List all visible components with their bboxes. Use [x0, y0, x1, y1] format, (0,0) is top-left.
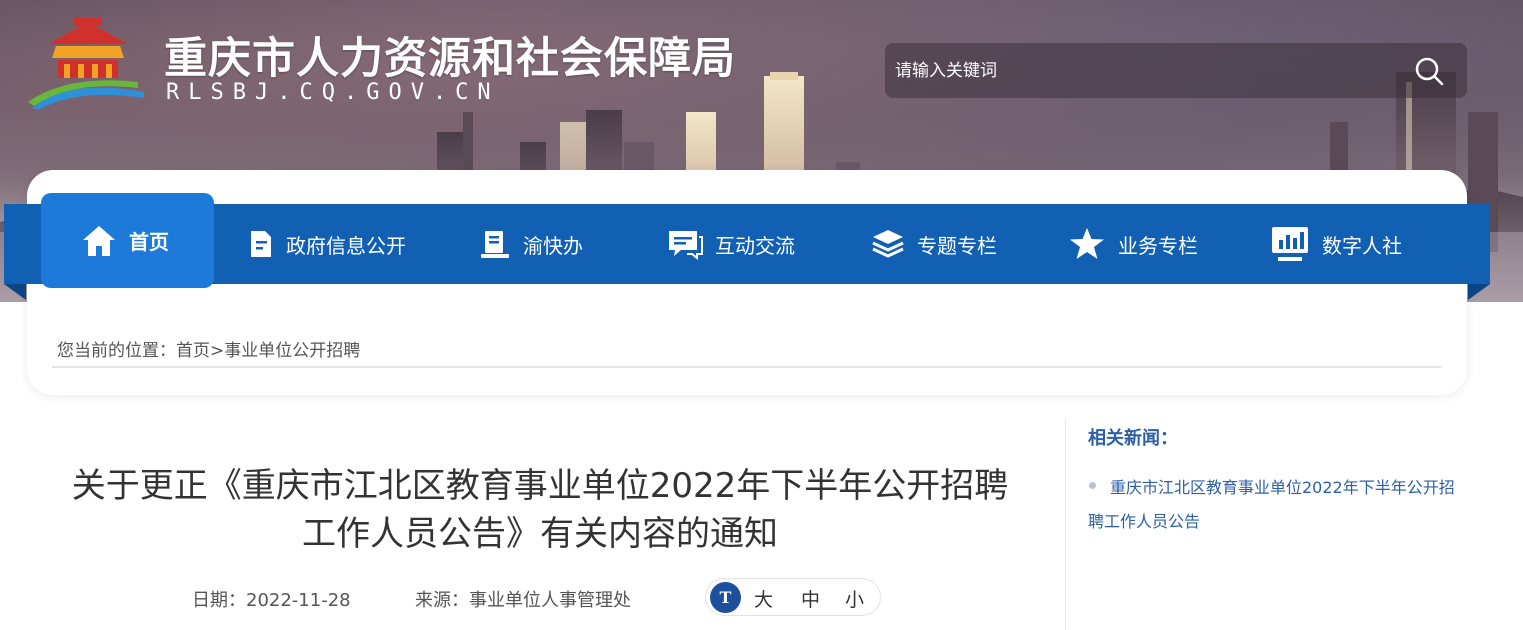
date-label: 日期：	[192, 590, 246, 611]
font-size-medium-button[interactable]: 中	[801, 585, 820, 612]
nav-label-interaction: 互动交流	[715, 233, 795, 258]
breadcrumb-bar: 您当前的位置：首页>事业单位公开招聘	[52, 302, 1442, 368]
nav-item-digital[interactable]: 数字人社	[1270, 204, 1402, 284]
article-date: 日期：2022-11-28	[192, 586, 351, 612]
breadcrumb-current-link[interactable]: 事业单位公开招聘	[224, 341, 360, 361]
font-size-small-button[interactable]: 小	[845, 585, 864, 612]
main-nav: 首页 政府信息公开 渝快办 互动交流 专题专栏 业务专栏 数字人社	[4, 193, 1490, 300]
source-value: 事业单位人事管理处	[469, 590, 631, 611]
nav-item-business[interactable]: 业务专栏	[1068, 204, 1198, 284]
date-value: 2022-11-28	[246, 590, 351, 611]
nav-label-special-topics: 专题专栏	[917, 233, 997, 258]
article-source: 来源：事业单位人事管理处	[415, 586, 631, 612]
breadcrumb-separator: >	[210, 341, 225, 361]
article-title: 关于更正《重庆市江北区教育事业单位2022年下半年公开招聘工作人员公告》有关内容…	[71, 466, 1009, 554]
layers-icon	[872, 230, 904, 258]
search-input[interactable]	[895, 51, 1395, 91]
nav-item-special-topics[interactable]: 专题专栏	[871, 204, 997, 284]
search-icon[interactable]	[1413, 55, 1445, 87]
document-icon	[251, 231, 271, 257]
home-icon	[83, 225, 115, 256]
breadcrumb-prefix: 您当前的位置：	[57, 341, 176, 361]
breadcrumb-home-link[interactable]: 首页	[176, 341, 210, 361]
star-icon	[1070, 228, 1104, 259]
site-title: 重庆市人力资源和社会保障局	[164, 34, 736, 84]
nav-label-digital: 数字人社	[1322, 233, 1402, 258]
chat-icon	[669, 231, 703, 260]
font-size-switcher: T 大 中 小	[705, 578, 881, 616]
font-size-icon: T	[710, 582, 741, 613]
nav-fold-right	[1468, 284, 1490, 300]
monitor-chart-icon	[1272, 227, 1308, 261]
nav-label-business: 业务专栏	[1118, 233, 1198, 258]
breadcrumb: 您当前的位置：首页>事业单位公开招聘	[57, 336, 360, 361]
nav-fold-left	[4, 284, 26, 300]
nav-label-home: 首页	[129, 230, 169, 254]
source-label: 来源：	[415, 590, 469, 611]
nav-label-yukuaiban: 渝快办	[523, 233, 583, 258]
nav-item-home[interactable]: 首页	[41, 193, 214, 288]
book-icon	[481, 231, 509, 258]
temple-roof-logo-icon	[28, 18, 144, 110]
search-box	[885, 43, 1467, 98]
font-size-large-button[interactable]: 大	[754, 585, 773, 612]
nav-label-gov-info: 政府信息公开	[286, 233, 406, 258]
nav-item-gov-info[interactable]: 政府信息公开	[248, 204, 406, 284]
sidebar-divider	[1065, 418, 1066, 630]
related-news-title: 相关新闻：	[1088, 428, 1178, 449]
nav-item-interaction[interactable]: 互动交流	[667, 204, 795, 284]
nav-item-yukuaiban[interactable]: 渝快办	[479, 204, 583, 284]
site-domain: RLSBJ.CQ.GOV.CN	[166, 80, 500, 105]
related-news-link[interactable]: 重庆市江北区教育事业单位2022年下半年公开招聘工作人员公告	[1088, 471, 1468, 539]
